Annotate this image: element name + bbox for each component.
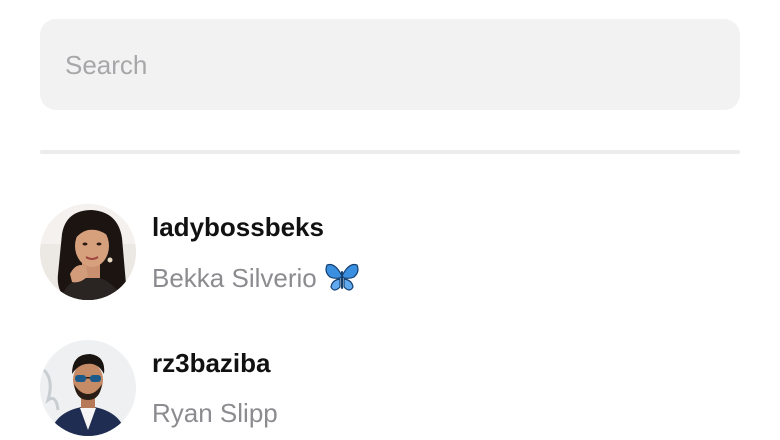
username: ladybossbeks (152, 212, 324, 242)
user-result-row[interactable]: rz3baziba Ryan Slipp (40, 340, 740, 440)
full-name: Bekka Silverio (152, 262, 317, 293)
full-name-container: Ryan Slipp (152, 398, 278, 429)
avatar (40, 340, 136, 436)
username: rz3baziba (152, 348, 271, 378)
full-name: Ryan Slipp (152, 398, 278, 428)
search-results-page: ladybossbeks Bekka Silverio (0, 0, 780, 440)
user-result-row[interactable]: ladybossbeks Bekka Silverio (40, 204, 740, 304)
divider (40, 150, 740, 154)
blue-butterfly-icon (325, 262, 359, 294)
avatar-photo-man (40, 340, 136, 436)
search-input[interactable] (65, 50, 705, 81)
avatar (40, 204, 136, 300)
search-bar[interactable] (40, 19, 740, 110)
avatar-photo-woman (40, 204, 136, 300)
full-name-container: Bekka Silverio (152, 262, 359, 294)
